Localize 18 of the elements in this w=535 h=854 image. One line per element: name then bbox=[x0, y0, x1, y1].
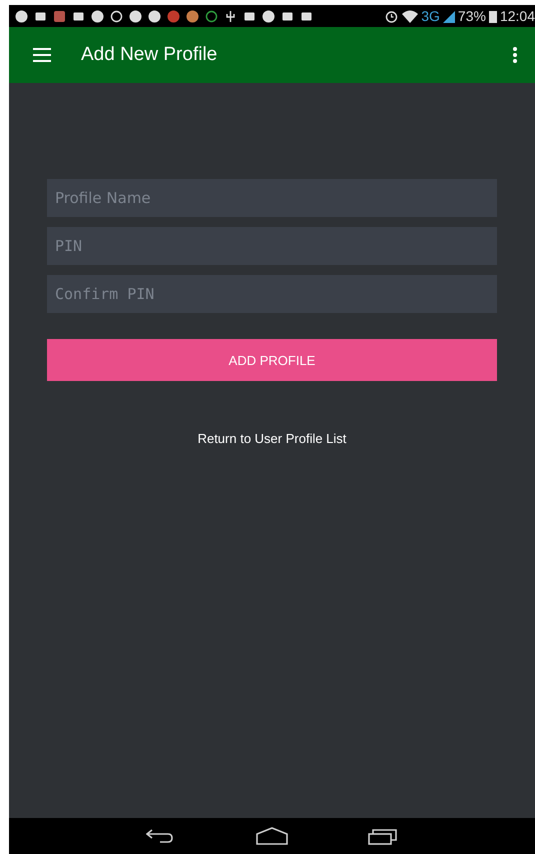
more-options-icon[interactable] bbox=[513, 47, 517, 63]
alarm-icon bbox=[384, 10, 400, 22]
input-field[interactable]: Profile Name bbox=[47, 179, 497, 217]
battery-icon bbox=[488, 10, 497, 22]
clock: 12:04 bbox=[500, 8, 535, 24]
home-icon[interactable] bbox=[256, 827, 288, 845]
menu-icon[interactable] bbox=[33, 48, 51, 62]
input-field[interactable]: Confirm PIN bbox=[47, 275, 497, 313]
recent-apps-icon[interactable] bbox=[368, 827, 398, 845]
page-title: Add New Profile bbox=[81, 44, 218, 66]
add-profile-button[interactable]: ADD PROFILE bbox=[47, 339, 497, 381]
return-link[interactable]: Return to User Profile List bbox=[198, 431, 346, 446]
back-icon[interactable] bbox=[146, 827, 176, 845]
network-type: 3G bbox=[421, 8, 440, 24]
signal-icon bbox=[442, 10, 455, 22]
battery-percent: 73% bbox=[458, 8, 486, 24]
input-field[interactable]: PIN bbox=[47, 227, 497, 265]
wifi-icon bbox=[402, 10, 418, 22]
